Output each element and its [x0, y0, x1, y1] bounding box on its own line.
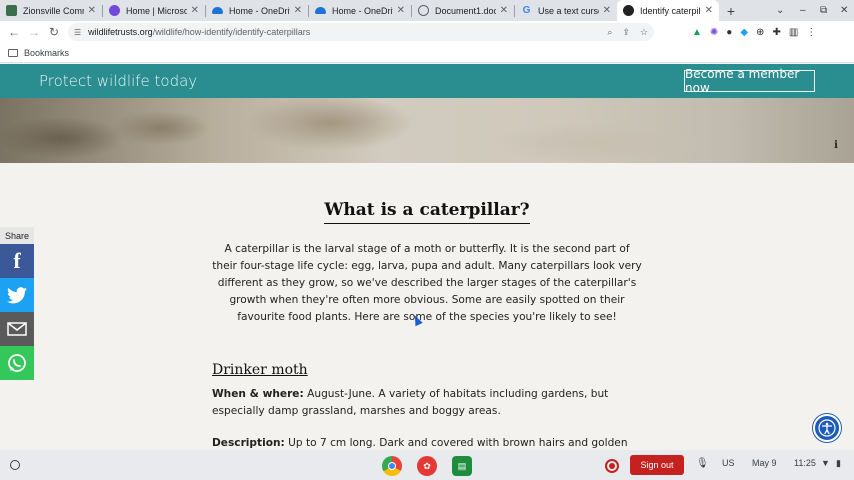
share-icon[interactable]: ⇪: [622, 27, 630, 38]
accessibility-button[interactable]: [813, 414, 841, 442]
chrome-app-icon[interactable]: [382, 456, 402, 476]
heading-text: What is a caterpillar?: [324, 200, 530, 224]
tab-onedrive-1[interactable]: Home - OneDrive ✕: [206, 0, 308, 21]
site-header: Protect wildlife today Become a member n…: [0, 64, 854, 98]
hero-image: [0, 98, 854, 163]
when-where-label: When & where:: [212, 388, 304, 400]
extensions-area: ▲ ✺ ● ◆ ⊕ ✚ ▥ ⋮: [692, 21, 816, 43]
share-label: Share: [0, 227, 34, 244]
tab-text-cursor[interactable]: G Use a text cursor ✕: [515, 0, 617, 21]
close-icon[interactable]: ✕: [294, 5, 302, 16]
facebook-share-button[interactable]: f: [0, 244, 34, 278]
close-icon[interactable]: ✕: [500, 5, 508, 16]
tab-microsoft[interactable]: Home | Microsoft ✕: [103, 0, 205, 21]
minimize-icon[interactable]: –: [800, 0, 806, 21]
tab-label: Document1.docx: [435, 5, 496, 16]
canvas-app-icon[interactable]: ✿: [417, 456, 437, 476]
twitter-bird-icon: [7, 286, 27, 303]
microphone-icon[interactable]: 🎙︎: [696, 458, 709, 469]
wildlife-trust-icon: [623, 5, 634, 16]
tab-label: Use a text cursor: [538, 5, 599, 16]
time-display[interactable]: 11:25: [794, 458, 816, 468]
back-arrow-icon[interactable]: ←: [4, 22, 24, 42]
new-tab-button[interactable]: +: [719, 0, 743, 21]
google-icon: G: [522, 5, 531, 16]
close-icon[interactable]: ✕: [603, 5, 611, 16]
tab-search-chevron-icon[interactable]: ⌄: [776, 0, 784, 21]
facebook-icon: f: [13, 248, 21, 273]
close-icon[interactable]: ✕: [397, 5, 405, 16]
globe-icon: [418, 5, 429, 16]
intro-paragraph: A caterpillar is the larval stage of a m…: [212, 243, 642, 323]
twitter-share-button[interactable]: [0, 278, 34, 312]
sign-out-button[interactable]: Sign out: [630, 455, 684, 475]
date-display[interactable]: May 9: [752, 458, 777, 468]
input-method-indicator[interactable]: US: [722, 458, 735, 468]
site-favicon-icon: [6, 5, 17, 16]
onedrive-cloud-icon: [212, 7, 223, 14]
address-bar[interactable]: ☰ wildlifetrusts.org/wildlife/how-identi…: [68, 23, 654, 41]
reload-icon[interactable]: ↻: [44, 22, 64, 42]
onedrive-cloud-icon: [315, 7, 326, 14]
bookmarks-bar: Bookmarks: [0, 43, 854, 63]
drive-icon[interactable]: ▲: [692, 27, 702, 38]
extension-gear-icon[interactable]: ✺: [710, 27, 718, 38]
menu-kebab-icon[interactable]: ⋮: [806, 27, 816, 38]
close-icon[interactable]: ✕: [88, 5, 96, 16]
microsoft-icon: [109, 5, 120, 16]
extension-dark-icon[interactable]: ●: [726, 27, 732, 38]
launcher-icon[interactable]: [10, 460, 20, 470]
tab-label: Identify caterpillar: [640, 5, 701, 16]
forward-arrow-icon[interactable]: →: [24, 22, 44, 42]
extension-target-icon[interactable]: ⊕: [756, 27, 764, 38]
page-heading: What is a caterpillar?: [0, 200, 854, 224]
search-zoom-icon[interactable]: ⌕: [607, 27, 612, 38]
extensions-puzzle-icon[interactable]: ✚: [772, 27, 780, 38]
close-icon[interactable]: ✕: [705, 5, 713, 16]
envelope-icon: [7, 322, 27, 336]
image-info-icon[interactable]: i: [830, 139, 842, 151]
email-share-button[interactable]: [0, 312, 34, 346]
close-window-icon[interactable]: ✕: [840, 0, 848, 21]
accessibility-person-icon: [818, 419, 836, 437]
url-domain: wildlifetrusts.org: [88, 27, 153, 37]
tab-zionsville[interactable]: Zionsville Commu ✕: [0, 0, 102, 21]
site-info-icon[interactable]: ☰: [74, 28, 81, 37]
tab-label: Home - OneDrive: [332, 5, 393, 16]
become-member-button[interactable]: Become a member now: [684, 67, 815, 95]
tab-identify-caterpillars[interactable]: Identify caterpillar ✕: [617, 0, 719, 21]
tab-document[interactable]: Document1.docx ✕: [412, 0, 514, 21]
screen-record-icon[interactable]: [605, 459, 619, 473]
when-where-paragraph: When & where: August-June. A variety of …: [212, 386, 642, 420]
restore-icon[interactable]: ⧉: [820, 0, 827, 21]
close-icon[interactable]: ✕: [191, 5, 199, 16]
folder-icon: [8, 48, 18, 57]
whatsapp-icon: [8, 354, 26, 372]
site-tagline: Protect wildlife today: [39, 72, 198, 90]
tab-strip: Zionsville Commu ✕ Home | Microsoft ✕ Ho…: [0, 0, 854, 21]
side-panel-icon[interactable]: ▥: [789, 27, 798, 38]
tab-onedrive-2[interactable]: Home - OneDrive ✕: [309, 0, 411, 21]
tab-label: Zionsville Commu: [23, 5, 84, 16]
tab-label: Home - OneDrive: [229, 5, 290, 16]
wifi-icon: ▼: [821, 458, 830, 468]
url-path: /wildlife/how-identify/identify-caterpil…: [152, 27, 311, 37]
share-bar: Share f: [0, 227, 34, 380]
bookmarks-folder[interactable]: Bookmarks: [24, 48, 69, 58]
description-label: Description:: [212, 437, 285, 449]
tab-label: Home | Microsoft: [126, 5, 187, 16]
section-title-drinker-moth: Drinker moth: [212, 362, 308, 378]
classroom-app-icon[interactable]: ▤: [452, 456, 472, 476]
bookmark-star-icon[interactable]: ☆: [640, 27, 648, 38]
extension-diamond-icon[interactable]: ◆: [740, 27, 748, 38]
whatsapp-share-button[interactable]: [0, 346, 34, 380]
battery-icon: ▮: [836, 458, 841, 468]
description-text: Up to 7 cm long. Dark and covered with b…: [284, 437, 628, 449]
